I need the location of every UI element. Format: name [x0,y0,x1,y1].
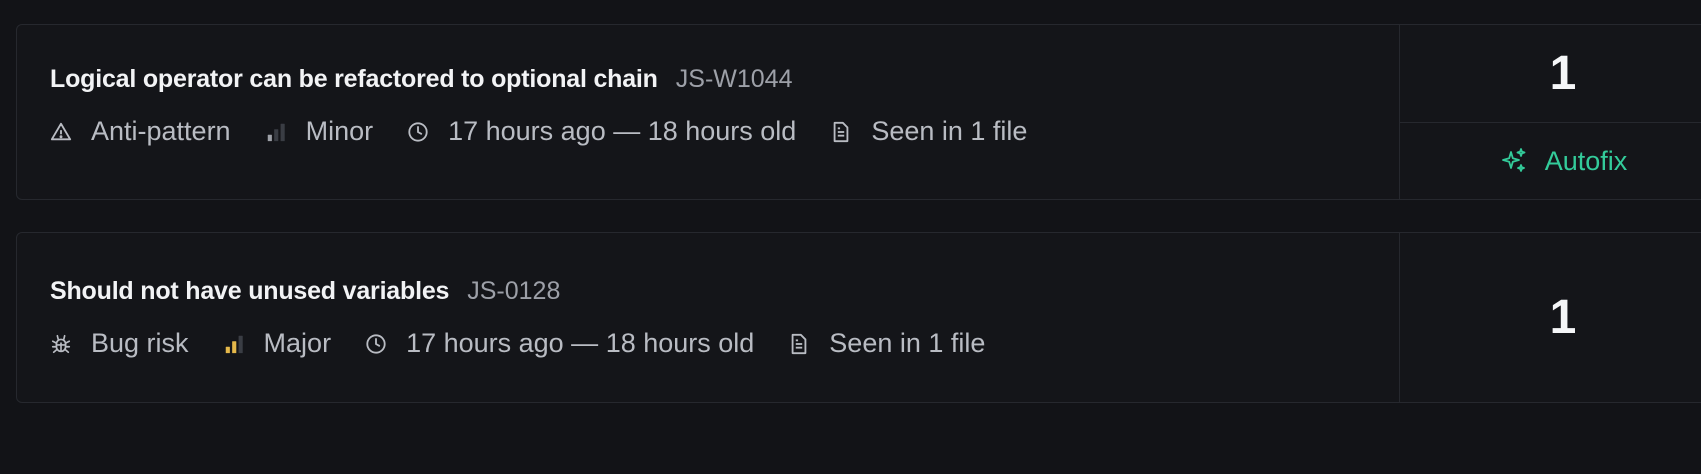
sparkles-icon [1501,148,1526,172]
issue-severity-label: Minor [305,116,374,146]
issue-severity: Minor [265,116,374,147]
issue-occurrence-label: Seen in 1 file [829,328,986,358]
issue-title[interactable]: Should not have unused variables [50,277,449,306]
autofix-label: Autofix [1544,145,1628,176]
issue-side-panel: 1 Autofix [1400,25,1701,199]
issue-shortcode: JS-0128 [467,277,561,305]
issue-shortcode: JS-W1044 [675,65,793,93]
severity-bar [225,346,230,353]
file-icon [830,121,852,143]
issue-severity-label: Major [263,328,332,358]
occurrence-count: 1 [1400,25,1701,123]
issue-card[interactable]: Should not have unused variables JS-0128 [16,232,1701,403]
issue-details: Logical operator can be refactored to op… [17,25,1400,199]
issue-time: 17 hours ago — 18 hours old [365,328,754,359]
severity-bar [273,128,278,141]
clock-icon [365,333,387,355]
issue-time-label: 17 hours ago — 18 hours old [448,116,797,146]
issue-time: 17 hours ago — 18 hours old [407,116,796,147]
severity-bar [280,123,285,141]
issue-category: Bug risk [50,328,189,359]
severity-bar [267,134,272,141]
issue-card[interactable]: Logical operator can be refactored to op… [16,24,1701,200]
issue-occurrence-label: Seen in 1 file [871,116,1028,146]
issue-occurrence: Seen in 1 file [788,328,985,359]
file-icon [788,333,810,355]
issue-time-label: 17 hours ago — 18 hours old [406,328,755,358]
severity-bars-icon [223,333,245,355]
issue-meta: Bug risk Major 17 hours ago — 18 hours o… [50,328,1399,359]
severity-bars-icon [265,121,287,143]
clock-icon [407,121,429,143]
issue-category: Anti-pattern [50,116,231,147]
issue-severity: Major [223,328,332,359]
severity-bar [231,340,236,353]
issue-title-row: Logical operator can be refactored to op… [50,65,1399,94]
issue-meta: Anti-pattern Minor 17 hours ago — 18 hou… [50,116,1399,147]
issue-side-panel: 1 [1400,233,1701,402]
severity-bar [238,335,243,353]
issue-details: Should not have unused variables JS-0128 [17,233,1400,402]
bug-icon [50,333,72,355]
issue-title[interactable]: Logical operator can be refactored to op… [50,65,658,94]
issue-title-row: Should not have unused variables JS-0128 [50,277,1399,306]
issue-category-label: Anti-pattern [91,116,231,146]
warning-triangle-icon [50,121,72,143]
occurrence-count: 1 [1549,291,1577,344]
autofix-button[interactable]: Autofix [1400,123,1701,199]
issue-occurrence: Seen in 1 file [830,116,1027,147]
issue-category-label: Bug risk [91,328,189,358]
